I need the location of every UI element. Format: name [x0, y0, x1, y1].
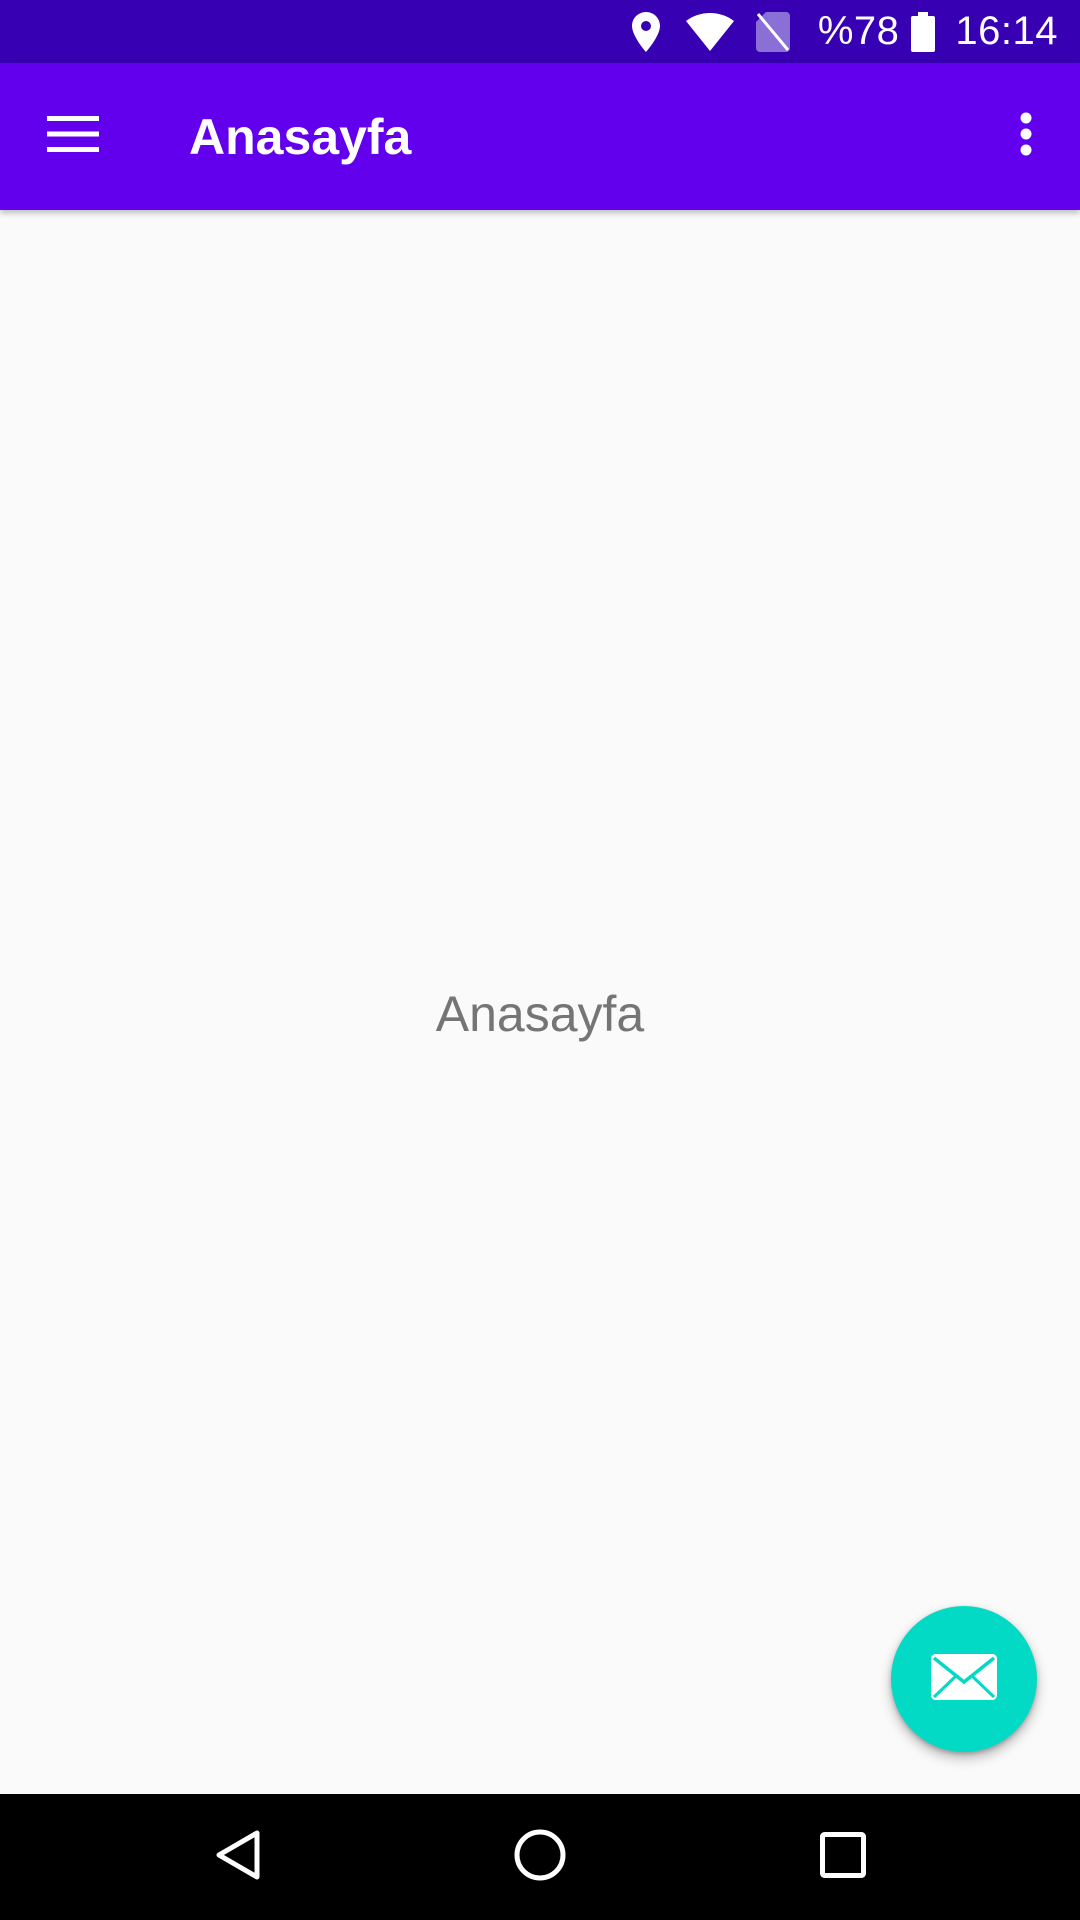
battery-icon: [911, 11, 936, 52]
more-vert-icon: [1020, 112, 1032, 161]
wifi-icon: [685, 12, 734, 51]
back-button[interactable]: [188, 1807, 288, 1907]
recents-button[interactable]: [793, 1807, 893, 1907]
content-text: Anasayfa: [435, 986, 645, 1042]
no-sim-icon: [755, 11, 790, 52]
status-bar: %78 16:14: [0, 0, 1080, 63]
menu-icon: [47, 116, 99, 157]
content-area: Anasayfa: [0, 210, 1080, 1794]
screen: %78 16:14 Anasayfa Anasayfa: [0, 0, 1080, 1920]
app-bar-title: Anasayfa: [189, 108, 412, 165]
battery-percent: %78: [817, 9, 900, 53]
location-icon: [631, 11, 660, 52]
navigation-bar: [0, 1794, 1080, 1920]
recents-icon: [820, 1831, 866, 1883]
overflow-menu-button[interactable]: [986, 92, 1066, 182]
home-button[interactable]: [490, 1807, 590, 1907]
home-icon: [514, 1829, 566, 1886]
menu-button[interactable]: [28, 92, 118, 182]
mail-icon: [931, 1653, 997, 1705]
app-bar: Anasayfa: [0, 63, 1080, 210]
back-icon: [215, 1829, 261, 1886]
compose-mail-fab[interactable]: [891, 1606, 1037, 1752]
clock: 16:14: [955, 9, 1058, 53]
